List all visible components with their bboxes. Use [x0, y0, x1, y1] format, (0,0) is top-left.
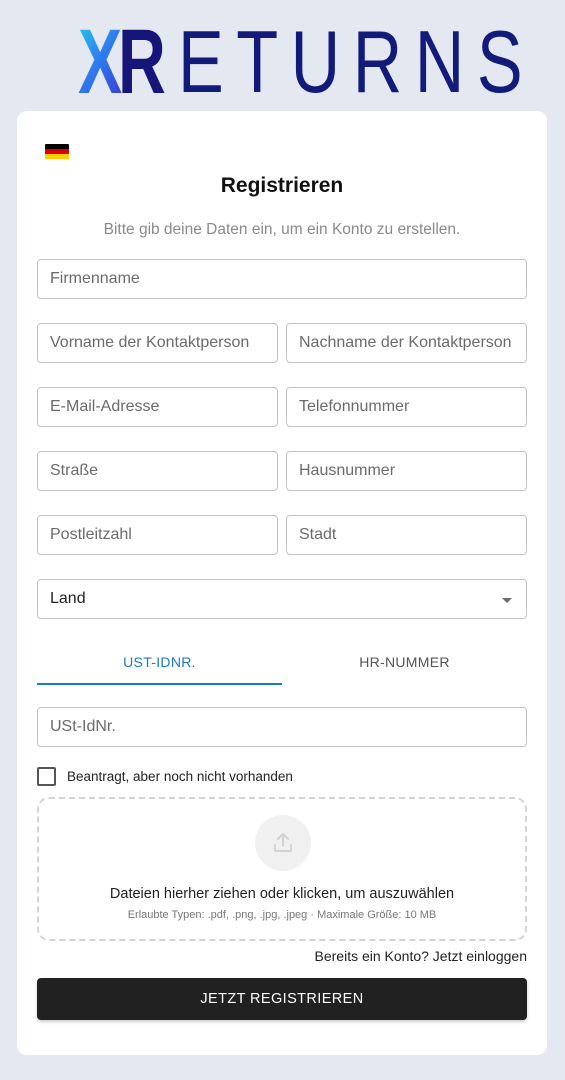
company-name-field[interactable]: Firmenname: [37, 259, 527, 299]
vat-pending-checkbox-row: Beantragt, aber noch nicht vorhanden: [37, 766, 293, 786]
first-name-field[interactable]: Vorname der Kontaktperson: [37, 323, 278, 363]
file-upload-dropzone[interactable]: Dateien hierher ziehen oder klicken, um …: [37, 797, 527, 941]
dropzone-instruction: Dateien hierher ziehen oder klicken, um …: [109, 886, 455, 902]
country-select[interactable]: Land: [37, 579, 527, 619]
dropzone-file-hint: Erlaubte Typen: .pdf, .png, .jpg, .jpeg …: [127, 909, 437, 921]
tab-trade-register-number[interactable]: HR-NUMMER: [282, 641, 527, 683]
phone-field[interactable]: Telefonnummer: [286, 387, 527, 427]
logo-r-letter: R: [118, 11, 166, 113]
country-select-label: Land: [50, 590, 86, 607]
postal-code-field[interactable]: Postleitzahl: [37, 515, 278, 555]
page-title: Registrieren: [220, 174, 344, 197]
xreturns-logo: X R ETURNS: [78, 11, 523, 113]
login-link[interactable]: Bereits ein Konto? Jetzt einloggen: [315, 948, 527, 964]
registration-card: Registrieren Bitte gib deine Daten ein, …: [17, 111, 547, 1055]
city-field[interactable]: Stadt: [286, 515, 527, 555]
vat-pending-checkbox-label: Beantragt, aber noch nicht vorhanden: [67, 768, 293, 784]
chevron-down-icon: [502, 598, 512, 603]
street-field[interactable]: Straße: [37, 451, 278, 491]
upload-icon: [255, 815, 311, 871]
vat-id-field[interactable]: USt-IdNr.: [37, 707, 527, 747]
page-subtitle: Bitte gib deine Daten ein, um ein Konto …: [103, 221, 461, 238]
house-number-field[interactable]: Hausnummer: [286, 451, 527, 491]
logo-wordmark: ETURNS: [178, 12, 536, 111]
tab-vat-id[interactable]: UST-IDNR.: [37, 641, 282, 685]
last-name-field[interactable]: Nachname der Kontaktperson: [286, 323, 527, 363]
register-button[interactable]: JETZT REGISTRIEREN: [37, 978, 527, 1020]
logo-x-letter: X: [78, 11, 123, 113]
germany-flag-icon[interactable]: [45, 144, 69, 159]
email-field[interactable]: E-Mail-Adresse: [37, 387, 278, 427]
vat-pending-checkbox[interactable]: [37, 766, 56, 786]
